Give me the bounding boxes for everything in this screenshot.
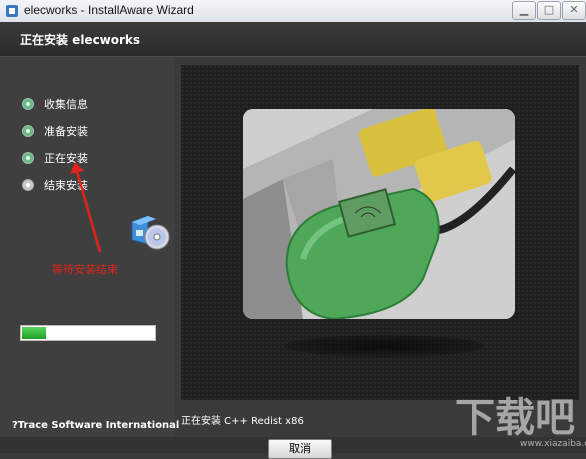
close-icon: ✕ <box>569 3 579 16</box>
step-done-icon <box>22 125 34 137</box>
window-title: elecworks - InstallAware Wizard <box>24 3 194 17</box>
cancel-button[interactable]: 取消 <box>268 439 332 459</box>
close-button[interactable]: ✕ <box>562 1 586 20</box>
package-install-icon <box>131 215 170 250</box>
progress-fill <box>22 327 46 339</box>
maximize-button[interactable]: □ <box>537 1 561 20</box>
page-title: 正在安装 elecworks <box>20 33 141 47</box>
step-pending-icon <box>22 179 34 191</box>
watermark-logo: 下载吧 <box>455 395 575 441</box>
company-name: ?Trace Software International <box>12 420 180 431</box>
step-label: 收集信息 <box>44 98 88 111</box>
step-current-icon <box>22 152 34 164</box>
wizard-header: 正在安装 elecworks <box>0 22 586 57</box>
status-text: 正在安装 C++ Redist x86 <box>181 416 304 427</box>
watermark-url: www.xiazaiba.com <box>520 439 586 449</box>
minimize-icon: ▁ <box>519 3 529 16</box>
step-done-icon <box>22 98 34 110</box>
step-label: 准备安装 <box>44 125 88 138</box>
app-icon <box>6 5 18 17</box>
minimize-button[interactable]: ▁ <box>512 1 536 20</box>
title-bar: elecworks - InstallAware Wizard ▁ □ ✕ <box>0 0 586 23</box>
install-illustration <box>243 109 515 319</box>
annotation-text: 等待安装结束 <box>52 263 118 276</box>
install-progress-bar <box>20 325 156 341</box>
annotation-arrow-icon <box>70 162 102 253</box>
illustration-shadow <box>285 335 485 357</box>
maximize-icon: □ <box>543 3 555 16</box>
